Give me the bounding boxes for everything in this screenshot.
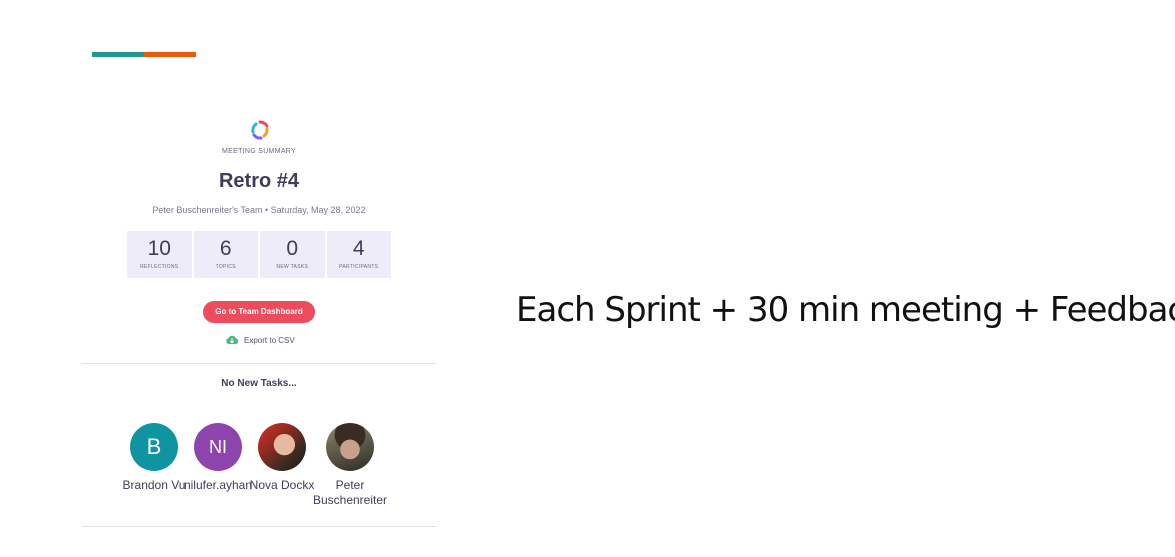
stat-participants: 4 PARTICIPANTS bbox=[326, 231, 391, 278]
stat-value: 6 bbox=[219, 237, 232, 260]
stat-new-tasks: 0 NEW TASKS bbox=[260, 231, 325, 278]
participant-item: Peter Buschenreiter bbox=[310, 423, 390, 508]
stat-label: REFLECTIONS bbox=[140, 264, 179, 270]
avatar-photo bbox=[326, 423, 374, 471]
stat-value: 4 bbox=[352, 237, 365, 260]
cloud-download-icon bbox=[226, 335, 239, 344]
export-csv-link[interactable]: Export to CSV bbox=[225, 335, 295, 345]
stat-topics: 6 TOPICS bbox=[193, 231, 258, 278]
stat-reflections: 10 REFLECTIONS bbox=[127, 231, 192, 278]
go-to-team-dashboard-button[interactable]: Go to Team Dashboard bbox=[203, 301, 315, 323]
parabol-logo-icon bbox=[251, 120, 269, 140]
stat-label: NEW TASKS bbox=[276, 264, 309, 270]
stat-label: TOPICS bbox=[215, 264, 236, 270]
meeting-summary-label: MEETING SUMMARY bbox=[222, 148, 296, 155]
accent-bar-orange bbox=[144, 52, 196, 57]
meeting-title: Retro #4 bbox=[218, 170, 300, 192]
export-csv-label: Export to CSV bbox=[244, 335, 295, 345]
stat-value: 10 bbox=[147, 237, 171, 260]
stat-value: 0 bbox=[286, 237, 299, 260]
stat-label: PARTICIPANTS bbox=[339, 264, 379, 270]
participants-list: B Brandon Vu NI nilufer.ayhan Nova Dockx… bbox=[82, 423, 436, 513]
no-new-tasks-heading: No New Tasks... bbox=[221, 378, 297, 389]
avatar: NI bbox=[194, 423, 242, 471]
accent-bar-teal bbox=[92, 52, 144, 57]
participant-name: Peter Buschenreiter bbox=[312, 478, 388, 507]
stats-row: 10 REFLECTIONS 6 TOPICS 0 NEW TASKS 4 PA… bbox=[127, 231, 391, 278]
accent-bar bbox=[92, 52, 196, 57]
divider bbox=[82, 363, 436, 364]
divider bbox=[82, 526, 436, 527]
meeting-summary-card: MEETING SUMMARY Retro #4 Peter Buschenre… bbox=[82, 110, 436, 530]
avatar: B bbox=[130, 423, 178, 471]
slide-caption: Each Sprint + 30 min meeting + Feedback bbox=[516, 290, 1175, 330]
meeting-subtitle: Peter Buschenreiter's Team • Saturday, M… bbox=[152, 205, 366, 215]
avatar-photo bbox=[258, 423, 306, 471]
